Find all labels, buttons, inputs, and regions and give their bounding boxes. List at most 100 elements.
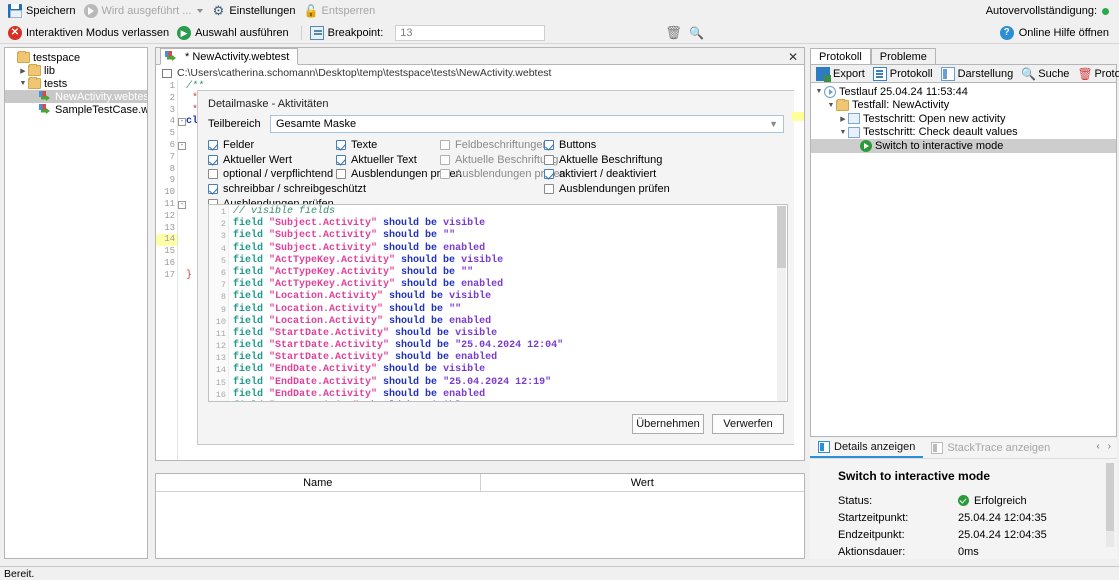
- gutter-line[interactable]: 3: [156, 105, 177, 117]
- settings-button[interactable]: ⚙ Einstellungen: [209, 3, 301, 19]
- tab-probleme[interactable]: Probleme: [871, 48, 936, 64]
- gutter-line[interactable]: 5: [156, 128, 177, 140]
- save-button[interactable]: Speichern: [6, 3, 82, 19]
- discard-button[interactable]: Verwerfen: [712, 414, 784, 434]
- checkbox-box[interactable]: [440, 169, 450, 179]
- gutter-line[interactable]: 6-: [156, 140, 177, 152]
- tree-item-sampletestcase-webtest[interactable]: SampleTestCase.webtest: [5, 103, 147, 116]
- protocol-search-button[interactable]: 🔍 Suche: [1020, 67, 1074, 81]
- checkbox-box[interactable]: [440, 140, 450, 150]
- protocol-item-testschritt-open-new-activity[interactable]: ▶Testschritt: Open new activity: [811, 112, 1116, 126]
- tree-twisty-icon[interactable]: ▼: [838, 129, 848, 136]
- fold-toggle-icon[interactable]: -: [178, 142, 186, 150]
- protocol-item-testfall-newactivity[interactable]: ▼Testfall: NewActivity: [811, 99, 1116, 113]
- checkbox-box[interactable]: [544, 140, 554, 150]
- project-tree-panel[interactable]: testspace▶lib▼testsNewActivity.webtestSa…: [4, 47, 148, 559]
- checkbox-aktuelle-beschriftung[interactable]: Aktuelle Beschriftung: [544, 153, 670, 168]
- gutter-line[interactable]: 17: [156, 270, 177, 282]
- checkbox-box[interactable]: [544, 155, 554, 165]
- details-tabbar: Details anzeigen StackTrace anzeigen ‹ ›: [810, 438, 1117, 458]
- variables-table[interactable]: Name Wert: [155, 473, 805, 559]
- tree-item-tests[interactable]: ▼tests: [5, 77, 147, 90]
- checkbox-buttons[interactable]: Buttons: [544, 138, 670, 153]
- checkbox-box[interactable]: [208, 169, 218, 179]
- checkbox-box[interactable]: [336, 155, 346, 165]
- tree-twisty-icon[interactable]: ▶: [18, 67, 28, 75]
- online-help-button[interactable]: ? Online Hilfe öffnen: [1000, 22, 1119, 44]
- checkbox-box[interactable]: [544, 169, 554, 179]
- code-scrollbar[interactable]: [777, 206, 786, 402]
- gutter-line[interactable]: 14: [156, 234, 177, 246]
- tree-twisty-icon[interactable]: ▼: [814, 88, 824, 95]
- stacktrace-icon: [931, 442, 943, 454]
- details-scrollbar-thumb[interactable]: [1106, 463, 1114, 531]
- protocol-doc-button[interactable]: Protokoll: [872, 67, 938, 81]
- checkbox-box[interactable]: [440, 155, 450, 165]
- checkbox-aktiviert-deaktiviert[interactable]: aktiviert / deaktiviert: [544, 167, 670, 182]
- code-scrollbar-thumb[interactable]: [777, 206, 786, 268]
- tree-twisty-icon[interactable]: ▼: [826, 102, 836, 109]
- gutter-line[interactable]: 9: [156, 175, 177, 187]
- view-button[interactable]: Darstellung: [940, 67, 1019, 81]
- gutter-line[interactable]: 4-: [156, 116, 177, 128]
- gutter-line[interactable]: 13: [156, 223, 177, 235]
- code-keyword-shouldbe: should be: [389, 340, 455, 351]
- editor-gutter[interactable]: 1234-56-7891011-121314151617: [156, 80, 178, 460]
- tree-twisty-icon[interactable]: ▶: [838, 115, 848, 123]
- fold-toggle-icon[interactable]: -: [178, 201, 186, 209]
- gutter-line[interactable]: 11-: [156, 199, 177, 211]
- details-scrollbar[interactable]: [1106, 463, 1114, 547]
- checkbox-ausblendungen-prüfen[interactable]: Ausblendungen prüfen: [544, 182, 670, 197]
- gutter-line[interactable]: 10: [156, 187, 177, 199]
- protocol-tree[interactable]: ▼Testlauf 25.04.24 11:53:44▼Testfall: Ne…: [810, 82, 1117, 437]
- running-button[interactable]: Wird ausgeführt ...: [82, 3, 210, 19]
- tab-stacktrace-anzeigen[interactable]: StackTrace anzeigen: [923, 438, 1058, 458]
- gutter-line[interactable]: 1: [156, 81, 177, 93]
- gutter-line[interactable]: 16: [156, 258, 177, 270]
- leave-interactive-mode-button[interactable]: ✕ Interaktiven Modus verlassen: [6, 25, 175, 41]
- breakpoint-input[interactable]: [395, 25, 545, 41]
- protocol-item-testlauf-25-04-24-11-53-44[interactable]: ▼Testlauf 25.04.24 11:53:44: [811, 85, 1116, 99]
- search-icon[interactable]: 🔍: [689, 26, 703, 40]
- gutter-line[interactable]: 7: [156, 152, 177, 164]
- gutter-line[interactable]: 12: [156, 211, 177, 223]
- protocol-item-switch-to-interactive-mode[interactable]: Switch to interactive mode: [811, 139, 1116, 153]
- checkbox-label: Felder: [223, 139, 254, 151]
- close-icon[interactable]: ✕: [788, 50, 798, 64]
- checkbox-box[interactable]: [544, 184, 554, 194]
- unlock-button[interactable]: 🔓 Entsperren: [301, 3, 381, 19]
- nav-prev-icon[interactable]: ‹: [1096, 441, 1099, 452]
- apply-button[interactable]: Übernehmen: [632, 414, 704, 434]
- generated-code-box[interactable]: 123456789101112131415161718 // visible f…: [208, 204, 788, 402]
- column-header-name[interactable]: Name: [156, 474, 481, 491]
- gutter-line[interactable]: 8: [156, 164, 177, 176]
- checkbox-box[interactable]: [336, 140, 346, 150]
- tree-twisty-icon[interactable]: ▼: [18, 80, 28, 87]
- chevron-down-icon[interactable]: [197, 9, 203, 13]
- checkbox-box[interactable]: [208, 184, 218, 194]
- column-header-wert[interactable]: Wert: [481, 474, 805, 491]
- editor-tab-newactivity[interactable]: * NewActivity.webtest: [160, 48, 298, 65]
- tree-item-testspace[interactable]: testspace: [5, 51, 147, 64]
- run-selection-button[interactable]: ▶ Auswahl ausführen: [175, 25, 295, 41]
- nav-next-icon[interactable]: ›: [1108, 441, 1111, 452]
- tab-details-anzeigen[interactable]: Details anzeigen: [810, 438, 923, 458]
- teilbereich-select[interactable]: Gesamte Maske ▼: [270, 115, 784, 133]
- tree-item-newactivity-webtest[interactable]: NewActivity.webtest: [5, 90, 147, 103]
- tree-item-lib[interactable]: ▶lib: [5, 64, 147, 77]
- gutter-line[interactable]: 15: [156, 246, 177, 258]
- clear-protocol-button[interactable]: 🗑 Protokoll leeren: [1076, 67, 1119, 81]
- checkbox-schreibbar-schreibgeschützt[interactable]: schreibbar / schreibgeschützt: [208, 182, 366, 197]
- checkbox-box[interactable]: [208, 140, 218, 150]
- trash-icon[interactable]: 🗑: [665, 26, 679, 40]
- protocol-item-testschritt-check-deault-values[interactable]: ▼Testschritt: Check deault values: [811, 126, 1116, 140]
- export-button[interactable]: Export: [815, 67, 870, 81]
- checkbox-box[interactable]: [208, 155, 218, 165]
- editor-scroll-area[interactable]: [794, 80, 804, 460]
- detail-value: 25.04.24 12:04:35: [958, 529, 1047, 541]
- fold-toggle-icon[interactable]: -: [178, 118, 186, 126]
- gutter-line[interactable]: 2: [156, 93, 177, 105]
- tab-protokoll[interactable]: Protokoll: [810, 48, 871, 64]
- code-line-number: 12: [209, 340, 226, 352]
- checkbox-box[interactable]: [336, 169, 346, 179]
